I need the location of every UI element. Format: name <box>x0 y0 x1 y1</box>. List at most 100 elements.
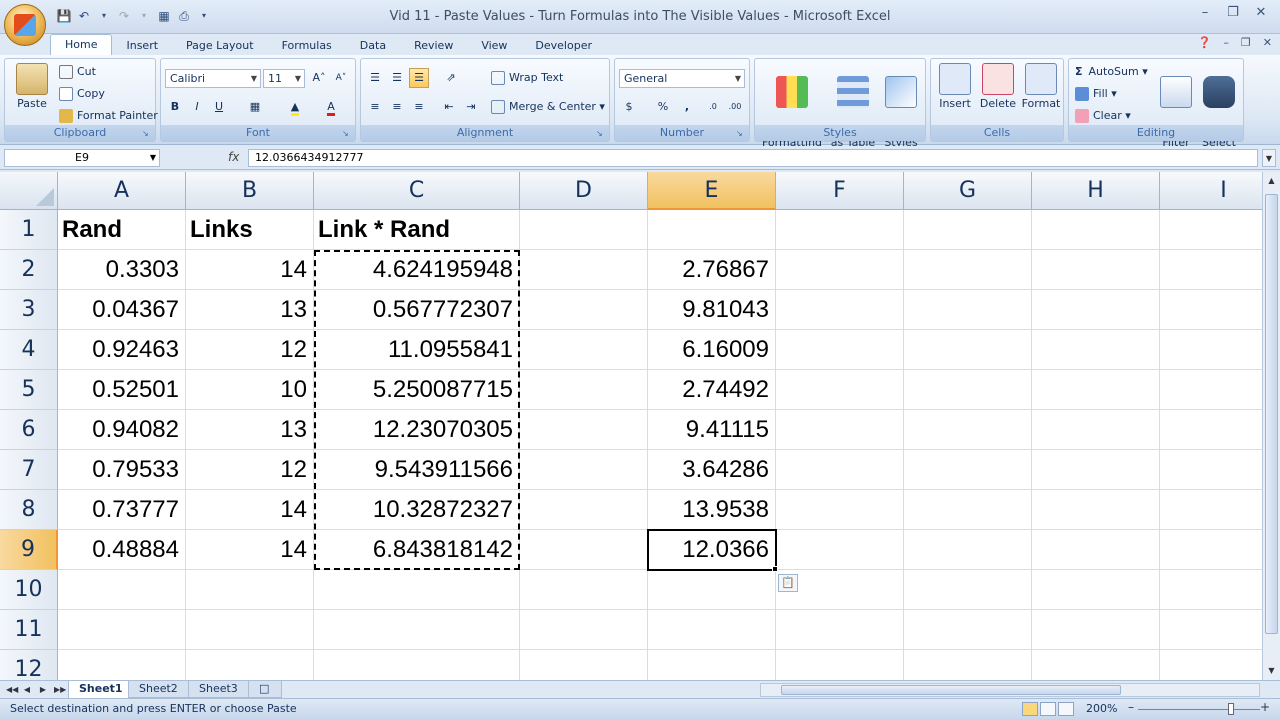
last-sheet-icon[interactable]: ▶▶ <box>54 682 66 698</box>
formula-input[interactable]: 12.0366434912777 <box>248 149 1258 167</box>
paste-button[interactable]: Paste <box>11 63 53 110</box>
vertical-scrollbar[interactable]: ▲ ▼ <box>1262 172 1280 680</box>
cell-c6[interactable]: 12.23070305 <box>314 410 520 450</box>
cell-a4[interactable]: 0.92463 <box>58 330 186 370</box>
cell-d11[interactable] <box>520 610 648 650</box>
column-header-f[interactable]: F <box>776 172 904 210</box>
font-color-button[interactable]: A <box>321 97 341 117</box>
column-header-b[interactable]: B <box>186 172 314 210</box>
sheet-tab-sheet3[interactable]: Sheet3 <box>188 681 249 698</box>
cell-c9[interactable]: 6.843818142 <box>314 530 520 570</box>
cell-g1[interactable] <box>904 210 1032 250</box>
font-launcher-icon[interactable]: ↘ <box>342 129 352 139</box>
row-header-1[interactable]: 1 <box>0 210 58 250</box>
orientation-button[interactable]: ⇗ <box>441 68 461 88</box>
underline-button[interactable]: U <box>209 97 229 117</box>
tab-review[interactable]: Review <box>400 36 467 56</box>
row-header-9[interactable]: 9 <box>0 530 58 570</box>
cell-f7[interactable] <box>776 450 904 490</box>
clipboard-launcher-icon[interactable]: ↘ <box>142 129 152 139</box>
cell-e1[interactable] <box>648 210 776 250</box>
close-icon[interactable]: ✕ <box>1254 6 1268 20</box>
cell-h9[interactable] <box>1032 530 1160 570</box>
tab-page-layout[interactable]: Page Layout <box>172 36 268 56</box>
row-header-6[interactable]: 6 <box>0 410 58 450</box>
decrease-decimal-button[interactable]: .00 <box>725 97 745 117</box>
cell-a3[interactable]: 0.04367 <box>58 290 186 330</box>
column-header-g[interactable]: G <box>904 172 1032 210</box>
insert-sheet-icon[interactable]: □ <box>248 681 282 698</box>
cell-i8[interactable] <box>1160 490 1262 530</box>
cell-h1[interactable] <box>1032 210 1160 250</box>
horizontal-scroll-thumb[interactable] <box>781 685 1121 695</box>
cell-d5[interactable] <box>520 370 648 410</box>
cell-g6[interactable] <box>904 410 1032 450</box>
fill-handle[interactable] <box>772 566 778 572</box>
cell-h10[interactable] <box>1032 570 1160 610</box>
cell-c1[interactable]: Link * Rand <box>314 210 520 250</box>
cell-i10[interactable] <box>1160 570 1262 610</box>
cell-e7[interactable]: 3.64286 <box>648 450 776 490</box>
cell-a10[interactable] <box>58 570 186 610</box>
cell-i2[interactable] <box>1160 250 1262 290</box>
cell-h2[interactable] <box>1032 250 1160 290</box>
cell-g3[interactable] <box>904 290 1032 330</box>
italic-button[interactable]: I <box>187 97 207 117</box>
cell-i12[interactable] <box>1160 650 1262 680</box>
cell-h4[interactable] <box>1032 330 1160 370</box>
delete-cells-button[interactable]: Delete <box>977 63 1019 110</box>
cell-e5[interactable]: 2.74492 <box>648 370 776 410</box>
row-header-7[interactable]: 7 <box>0 450 58 490</box>
select-all-button[interactable] <box>0 172 58 210</box>
office-button[interactable] <box>4 4 46 46</box>
number-launcher-icon[interactable]: ↘ <box>736 129 746 139</box>
row-header-11[interactable]: 11 <box>0 610 58 650</box>
cell-i5[interactable] <box>1160 370 1262 410</box>
format-cells-button[interactable]: Format <box>1019 63 1063 110</box>
tab-insert[interactable]: Insert <box>112 36 172 56</box>
cell-i6[interactable] <box>1160 410 1262 450</box>
name-box[interactable]: E9 ▼ <box>4 149 160 167</box>
cell-g4[interactable] <box>904 330 1032 370</box>
cell-a5[interactable]: 0.52501 <box>58 370 186 410</box>
autosum-button[interactable]: Σ AutoSum ▾ <box>1075 63 1148 81</box>
cell-g7[interactable] <box>904 450 1032 490</box>
insert-function-icon[interactable]: fx <box>228 150 239 164</box>
sheet-tab-sheet1[interactable]: Sheet1 <box>68 681 134 699</box>
row-header-5[interactable]: 5 <box>0 370 58 410</box>
align-bottom-button[interactable]: ☰ <box>409 68 429 88</box>
tab-developer[interactable]: Developer <box>521 36 606 56</box>
cell-e10[interactable] <box>648 570 776 610</box>
clear-button[interactable]: Clear ▾ <box>1075 107 1131 125</box>
workbook-minimize-icon[interactable]: – <box>1223 36 1229 49</box>
merge-center-button[interactable]: Merge & Center ▾ <box>491 98 605 116</box>
cell-e2[interactable]: 2.76867 <box>648 250 776 290</box>
cell-f2[interactable] <box>776 250 904 290</box>
cell-c8[interactable]: 10.32872327 <box>314 490 520 530</box>
cell-a2[interactable]: 0.3303 <box>58 250 186 290</box>
cell-i4[interactable] <box>1160 330 1262 370</box>
cut-button[interactable]: Cut <box>59 63 96 81</box>
cell-g8[interactable] <box>904 490 1032 530</box>
insert-cells-button[interactable]: Insert <box>933 63 977 110</box>
row-header-2[interactable]: 2 <box>0 250 58 290</box>
cell-b6[interactable]: 13 <box>186 410 314 450</box>
decrease-indent-button[interactable]: ⇤ <box>439 97 459 117</box>
prev-sheet-icon[interactable]: ◀ <box>22 682 32 698</box>
cell-c12[interactable] <box>314 650 520 680</box>
cell-a6[interactable]: 0.94082 <box>58 410 186 450</box>
cell-d3[interactable] <box>520 290 648 330</box>
cell-e3[interactable]: 9.81043 <box>648 290 776 330</box>
increase-decimal-button[interactable]: .0 <box>703 97 723 117</box>
cell-d12[interactable] <box>520 650 648 680</box>
cell-h3[interactable] <box>1032 290 1160 330</box>
cell-g12[interactable] <box>904 650 1032 680</box>
cell-f5[interactable] <box>776 370 904 410</box>
column-header-a[interactable]: A <box>58 172 186 210</box>
zoom-slider[interactable]: – + <box>1128 700 1270 715</box>
cell-f4[interactable] <box>776 330 904 370</box>
grow-font-button[interactable]: A˄ <box>309 68 329 88</box>
cell-e12[interactable] <box>648 650 776 680</box>
percent-button[interactable]: % <box>653 97 673 117</box>
fill-button[interactable]: Fill ▾ <box>1075 85 1117 103</box>
